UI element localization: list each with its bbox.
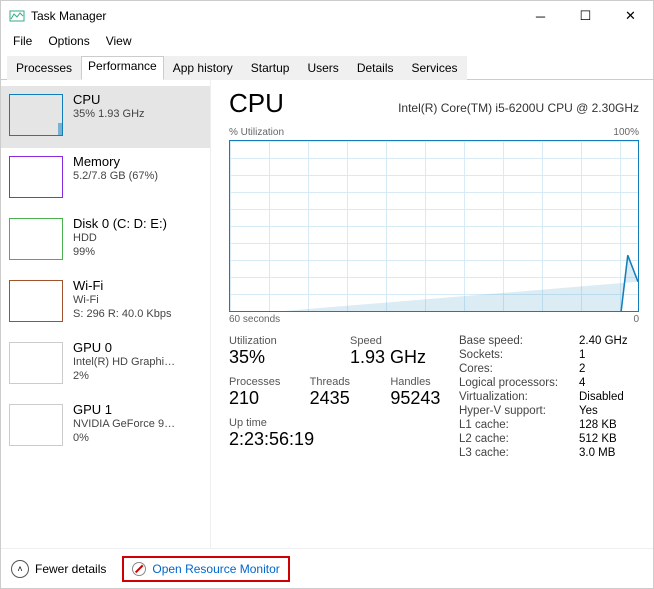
sidebar-item-cpu[interactable]: CPU 35% 1.93 GHz: [1, 86, 210, 148]
close-button[interactable]: ✕: [608, 1, 653, 31]
sidebar-item-disk0[interactable]: Disk 0 (C: D: E:) HDD 99%: [1, 210, 210, 272]
detail-l3-cache: 3.0 MB: [579, 447, 639, 459]
footer-bar: ˄ Fewer details Open Resource Monitor: [1, 548, 653, 588]
cpu-model: Intel(R) Core(TM) i5-6200U CPU @ 2.30GHz: [398, 101, 639, 115]
tab-services[interactable]: Services: [403, 56, 467, 80]
tab-startup[interactable]: Startup: [242, 56, 299, 80]
tab-app-history[interactable]: App history: [164, 56, 242, 80]
sidebar-label: CPU: [73, 92, 202, 108]
menu-options[interactable]: Options: [40, 32, 97, 50]
detail-hyperv: Yes: [579, 405, 639, 417]
primary-stats: Utilization 35% Speed 1.93 GHz Processes…: [229, 335, 459, 459]
sidebar: CPU 35% 1.93 GHz Memory 5.2/7.8 GB (67%)…: [1, 80, 211, 548]
cpu-thumbnail: [9, 94, 63, 136]
app-icon: [9, 8, 25, 24]
stat-handles: 95243: [390, 388, 459, 409]
menu-file[interactable]: File: [5, 32, 40, 50]
detail-sockets: 1: [579, 349, 639, 361]
wifi-thumbnail: [9, 280, 63, 322]
detail-cores: 2: [579, 363, 639, 375]
detail-logical-processors: 4: [579, 377, 639, 389]
maximize-button[interactable]: ☐: [563, 1, 608, 31]
menu-view[interactable]: View: [98, 32, 140, 50]
detail-stats: Base speed:2.40 GHz Sockets:1 Cores:2 Lo…: [459, 335, 639, 459]
sidebar-item-wifi[interactable]: Wi-Fi Wi-Fi S: 296 R: 40.0 Kbps: [1, 272, 210, 334]
y-axis-max: 100%: [613, 127, 639, 138]
open-resource-monitor-link[interactable]: Open Resource Monitor: [122, 556, 289, 582]
stat-threads: 2435: [310, 388, 379, 409]
sidebar-item-gpu1[interactable]: GPU 1 NVIDIA GeForce 9… 0%: [1, 396, 210, 458]
window-title: Task Manager: [31, 9, 106, 23]
tab-performance[interactable]: Performance: [81, 56, 164, 80]
tab-processes[interactable]: Processes: [7, 56, 81, 80]
x-axis-left: 60 seconds: [229, 314, 280, 325]
task-manager-window: Task Manager ─ ☐ ✕ File Options View Pro…: [0, 0, 654, 589]
memory-thumbnail: [9, 156, 63, 198]
tab-details[interactable]: Details: [348, 56, 403, 80]
stat-uptime: 2:23:56:19: [229, 429, 459, 450]
content-area: CPU 35% 1.93 GHz Memory 5.2/7.8 GB (67%)…: [1, 80, 653, 548]
minimize-button[interactable]: ─: [518, 1, 563, 31]
x-axis-right: 0: [633, 314, 639, 325]
detail-l1-cache: 128 KB: [579, 419, 639, 431]
main-panel: CPU Intel(R) Core(TM) i5-6200U CPU @ 2.3…: [211, 80, 653, 548]
detail-virtualization: Disabled: [579, 391, 639, 403]
gpu1-thumbnail: [9, 404, 63, 446]
menu-bar: File Options View: [1, 31, 653, 51]
sidebar-item-memory[interactable]: Memory 5.2/7.8 GB (67%): [1, 148, 210, 210]
title-bar: Task Manager ─ ☐ ✕: [1, 1, 653, 31]
utilization-chart: [229, 140, 639, 312]
chevron-down-icon: ˄: [11, 560, 29, 578]
sidebar-item-gpu0[interactable]: GPU 0 Intel(R) HD Graphi… 2%: [1, 334, 210, 396]
stat-utilization: 35%: [229, 347, 338, 368]
detail-base-speed: 2.40 GHz: [579, 335, 639, 347]
resource-monitor-icon: [132, 562, 146, 576]
stat-processes: 210: [229, 388, 298, 409]
tab-users[interactable]: Users: [298, 56, 347, 80]
main-title: CPU: [229, 88, 284, 119]
stat-speed: 1.93 GHz: [350, 347, 459, 368]
detail-l2-cache: 512 KB: [579, 433, 639, 445]
y-axis-label: % Utilization: [229, 127, 284, 138]
gpu0-thumbnail: [9, 342, 63, 384]
disk-thumbnail: [9, 218, 63, 260]
fewer-details-button[interactable]: ˄ Fewer details: [11, 560, 106, 578]
tab-bar: Processes Performance App history Startu…: [1, 55, 653, 80]
